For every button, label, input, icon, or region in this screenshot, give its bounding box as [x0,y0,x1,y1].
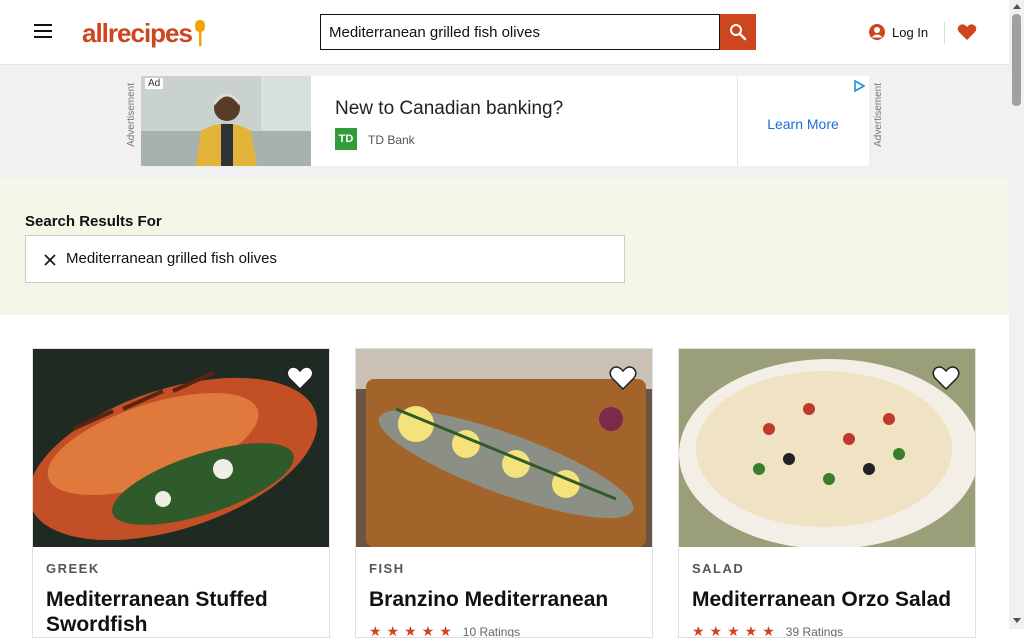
search-input[interactable] [321,15,719,49]
close-icon [44,254,56,266]
recipe-rating: ★★★★★ 39 Ratings [692,623,844,638]
ad-side-label-left: Advertisement [126,83,137,147]
recipe-title[interactable]: Mediterranean Stuffed Swordfish [46,587,319,637]
save-recipe-heart-icon[interactable] [285,363,315,393]
scroll-up-arrow-icon[interactable] [1013,4,1021,9]
search-field[interactable] [320,14,720,50]
recipe-card[interactable]: GREEK Mediterranean Stuffed Swordfish [32,348,330,638]
search-query-text[interactable]: Mediterranean grilled fish olives [66,250,277,267]
save-recipe-heart-icon[interactable] [608,363,638,393]
scroll-down-arrow-icon[interactable] [1013,618,1021,623]
ad-tag: Ad [145,78,164,89]
search-results-label: Search Results For [25,213,162,230]
clear-search-button[interactable] [40,250,60,270]
advertisement[interactable]: Ad New to Canadian banking? TD TD Bank L… [141,76,869,166]
site-header: allrecipes Log In [0,0,1009,65]
rating-count: 10 Ratings [462,625,521,638]
recipe-category: GREEK [46,561,100,576]
user-icon [869,24,885,40]
allrecipes-logo[interactable]: allrecipes [80,16,208,48]
page-scrollbar[interactable] [1009,0,1024,629]
recipe-title[interactable]: Mediterranean Orzo Salad [692,587,965,612]
saved-recipes-button[interactable] [955,20,979,44]
recipe-rating: ★★★★★ 10 Ratings [369,623,521,638]
rating-count: 39 Ratings [785,625,844,638]
ad-brand: TD Bank [368,133,415,147]
ad-side-label-right: Advertisement [873,83,884,147]
recipe-category: FISH [369,561,405,576]
ad-band: Advertisement Ad New to Canadian banking… [0,65,1009,178]
heart-icon [957,24,977,40]
search-button[interactable] [720,14,756,50]
search-query-field[interactable]: Mediterranean grilled fish olives [25,235,625,283]
menu-icon[interactable] [32,20,54,42]
ad-brand-logo: TD [335,128,357,150]
recipe-card[interactable]: SALAD Mediterranean Orzo Salad ★★★★★ 39 R… [678,348,976,638]
header-divider [944,22,945,44]
recipe-category: SALAD [692,561,745,576]
login-link[interactable]: Log In [868,20,928,44]
scrollbar-thumb[interactable] [1012,14,1021,106]
ad-image[interactable]: Ad [141,76,311,166]
ad-cta-link[interactable]: Learn More [737,116,869,132]
ad-headline[interactable]: New to Canadian banking? [335,98,563,120]
recipe-card[interactable]: FISH Branzino Mediterranean ★★★★★ 10 Rati… [355,348,653,638]
svg-text:allrecipes: allrecipes [82,18,193,48]
adchoices-icon[interactable] [853,80,865,92]
recipe-title[interactable]: Branzino Mediterranean [369,587,642,612]
search-results-panel: Search Results For Mediterranean grilled… [0,178,1009,315]
login-label: Log In [892,24,929,40]
save-recipe-heart-icon[interactable] [931,363,961,393]
search-icon [730,24,747,41]
